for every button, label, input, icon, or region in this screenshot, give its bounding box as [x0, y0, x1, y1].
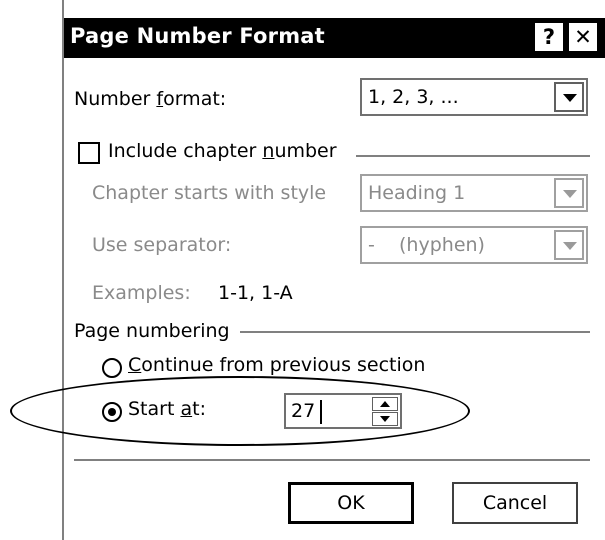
bottom-divider	[74, 459, 590, 461]
chapter-group-divider	[356, 155, 590, 157]
chevron-down-icon[interactable]	[554, 230, 584, 260]
close-button[interactable]: ✕	[569, 23, 597, 51]
include-chapter-label[interactable]: Include chapter number	[108, 140, 337, 162]
chevron-down-icon[interactable]	[554, 82, 584, 112]
start-at-value[interactable]: 27	[291, 400, 315, 422]
include-chapter-checkbox[interactable]	[78, 142, 100, 164]
examples-label: Examples:	[92, 282, 191, 304]
start-at-label[interactable]: Start at:	[128, 398, 206, 420]
separator-value: - (hyphen)	[368, 234, 485, 256]
number-format-label: Number format:	[74, 88, 227, 110]
page-number-format-dialog: Page Number Format ? ✕ Number format: 1,…	[62, 0, 605, 540]
chapter-style-dropdown[interactable]: Heading 1	[360, 174, 588, 212]
chapter-style-label: Chapter starts with style	[92, 182, 327, 204]
chevron-down-icon[interactable]	[554, 178, 584, 208]
start-at-radio[interactable]	[102, 402, 122, 422]
number-format-value: 1, 2, 3, ...	[368, 86, 459, 108]
dialog-title: Page Number Format	[70, 24, 325, 48]
help-button[interactable]: ?	[535, 23, 563, 51]
separator-dropdown[interactable]: - (hyphen)	[360, 226, 588, 264]
title-bar[interactable]: Page Number Format ? ✕	[64, 18, 605, 58]
ok-button[interactable]: OK	[288, 482, 414, 524]
text-caret	[320, 400, 322, 424]
chapter-style-value: Heading 1	[368, 182, 466, 204]
continue-label[interactable]: Continue from previous section	[128, 354, 425, 376]
spin-down-icon[interactable]	[372, 412, 398, 426]
page-numbering-divider	[240, 331, 590, 333]
separator-label: Use separator:	[92, 234, 232, 256]
continue-radio[interactable]	[102, 358, 122, 378]
spin-up-icon[interactable]	[372, 397, 398, 411]
start-at-input[interactable]: 27	[284, 393, 402, 429]
page-numbering-label: Page numbering	[74, 320, 230, 342]
examples-value: 1-1, 1-A	[218, 282, 293, 304]
number-format-dropdown[interactable]: 1, 2, 3, ...	[360, 78, 588, 116]
cancel-button[interactable]: Cancel	[452, 482, 578, 524]
